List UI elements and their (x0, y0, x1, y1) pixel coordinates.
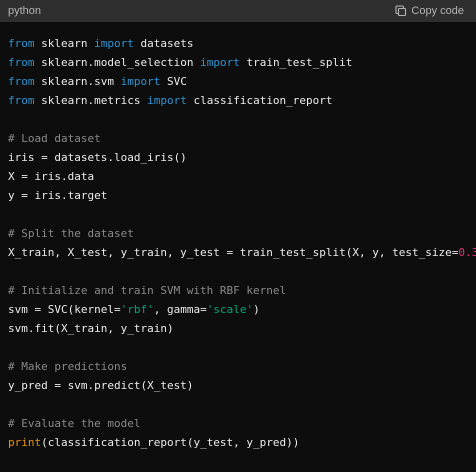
copy-code-label: Copy code (411, 5, 464, 17)
code-line: print(classification_report(y_test, y_pr… (8, 433, 476, 452)
code-line: X_train, X_test, y_train, y_test = train… (8, 243, 476, 262)
code-line: svm.fit(X_train, y_train) (8, 319, 476, 338)
code-token: # Initialize and train SVM with RBF kern… (8, 284, 287, 297)
code-token: from (8, 75, 35, 88)
code-token: from (8, 37, 35, 50)
copy-icon (395, 5, 407, 17)
code-token: svm = SVC(kernel= (8, 303, 121, 316)
language-label: python (8, 5, 42, 17)
code-line: # Load dataset (8, 129, 476, 148)
code-token: sklearn.model_selection (34, 56, 201, 69)
code-token: # Make predictions (8, 360, 128, 373)
code-token: , gamma= (153, 303, 207, 316)
code-token: from (8, 56, 35, 69)
code-token: sklearn.svm (34, 75, 121, 88)
code-token: sklearn (34, 37, 95, 50)
code-line: y = iris.target (8, 186, 476, 205)
code-block-header: python Copy code (0, 0, 476, 22)
code-token: import (200, 56, 240, 69)
code-token: sklearn.metrics (34, 94, 148, 107)
code-token: # Split the dataset (8, 227, 134, 240)
code-token: X_train, X_test, y_train, y_test = train… (8, 246, 459, 259)
code-line: from sklearn.model_selection import trai… (8, 53, 476, 72)
code-token: # Evaluate the model (8, 417, 141, 430)
code-token: y = iris.target (8, 189, 108, 202)
code-token: X = iris.data (8, 170, 95, 183)
code-line: # Evaluate the model (8, 414, 476, 433)
code-line: from sklearn.svm import SVC (8, 72, 476, 91)
code-line: X = iris.data (8, 167, 476, 186)
code-token: import (147, 94, 187, 107)
code-token: ) (253, 303, 260, 316)
code-token: (classification_report(y_test, y_pred)) (41, 436, 300, 449)
code-token: svm.fit(X_train, y_train) (8, 322, 174, 335)
code-token: import (94, 37, 134, 50)
code-token: 'rbf' (120, 303, 154, 316)
code-content: from sklearn import datasets from sklearn… (0, 22, 476, 452)
code-line: from sklearn.metrics import classificati… (8, 91, 476, 110)
code-token: 'scale' (206, 303, 254, 316)
code-token: train_test_split (239, 56, 353, 69)
code-line: from sklearn import datasets (8, 34, 476, 53)
code-token: y_pred = svm.predict(X_test) (8, 379, 194, 392)
code-token: classification_report (186, 94, 333, 107)
code-token: iris = datasets.load_iris() (8, 151, 187, 164)
code-line: y_pred = svm.predict(X_test) (8, 376, 476, 395)
code-token: from (8, 94, 35, 107)
code-token: 0.3 (458, 246, 476, 259)
code-token: print (8, 436, 42, 449)
copy-code-button[interactable]: Copy code (395, 5, 464, 17)
code-token: import (120, 75, 161, 88)
code-block: python Copy code from sklearn import dat… (0, 0, 476, 472)
code-line: # Initialize and train SVM with RBF kern… (8, 281, 476, 300)
code-token: SVC (160, 75, 187, 88)
code-token: # Load dataset (8, 132, 101, 145)
code-line: # Split the dataset (8, 224, 476, 243)
code-line: # Make predictions (8, 357, 476, 376)
code-line: iris = datasets.load_iris() (8, 148, 476, 167)
code-token: datasets (133, 37, 194, 50)
code-line: svm = SVC(kernel='rbf', gamma='scale') (8, 300, 476, 319)
